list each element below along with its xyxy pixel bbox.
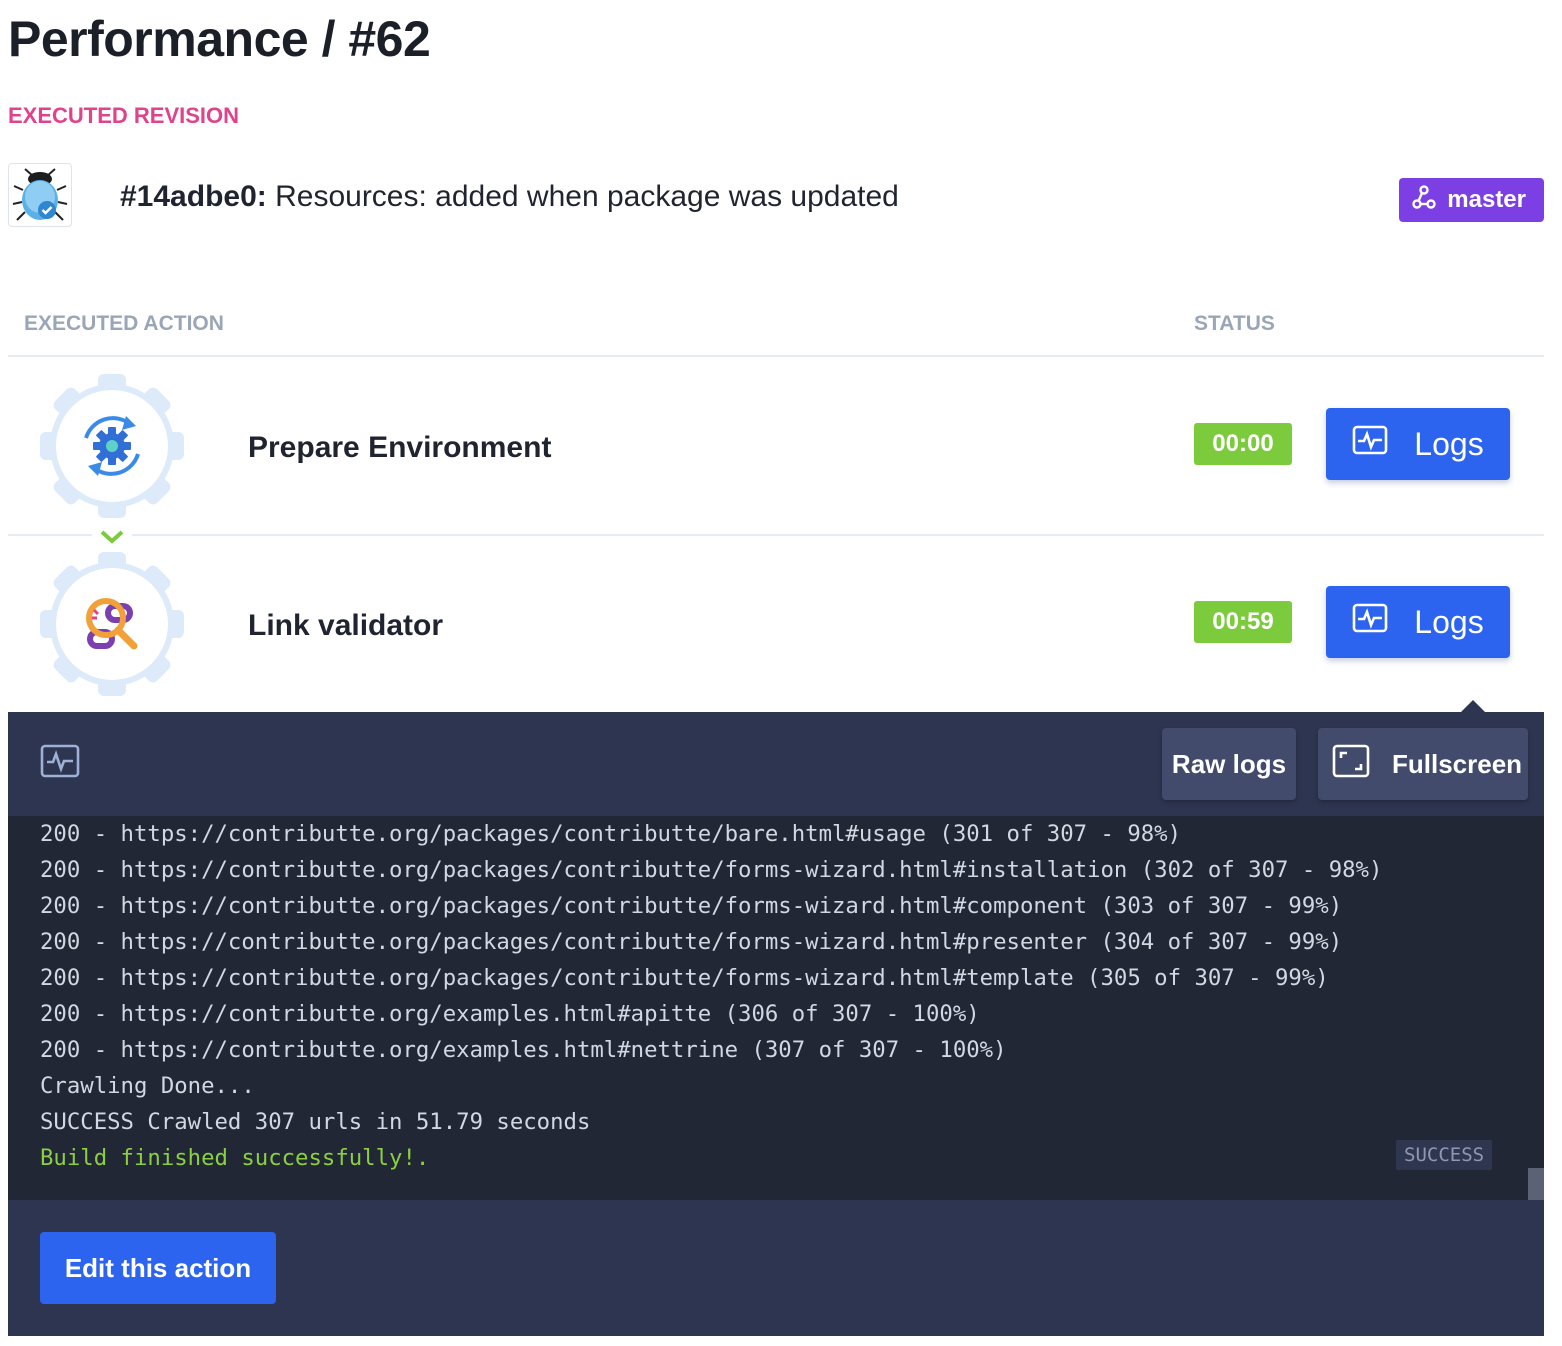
- log-line: 200 - https://contributte.org/packages/c…: [40, 857, 1383, 883]
- log-line: SUCCESS Crawled 307 urls in 51.79 second…: [40, 1109, 591, 1135]
- commit-message: #14adbe0: Resources: added when package …: [120, 179, 899, 215]
- raw-logs-button[interactable]: Raw logs: [1162, 728, 1296, 800]
- status-badge: SUCCESS: [1396, 1140, 1493, 1170]
- action-row-prepare-environment: Prepare Environment 00:00 Logs: [8, 358, 1544, 534]
- commit-hash[interactable]: #14adbe0:: [120, 180, 267, 213]
- gear-sync-icon: [38, 372, 186, 520]
- log-line: 200 - https://contributte.org/examples.h…: [40, 1037, 1007, 1063]
- log-lines: 200 - https://contributte.org/packages/c…: [40, 816, 1382, 1176]
- fullscreen-icon: [1332, 744, 1370, 785]
- edit-action-button[interactable]: Edit this action: [40, 1232, 276, 1304]
- fullscreen-label: Fullscreen: [1392, 748, 1523, 779]
- ladybug-avatar-icon: [8, 163, 72, 227]
- log-line: 200 - https://contributte.org/packages/c…: [40, 965, 1329, 991]
- fullscreen-button[interactable]: Fullscreen: [1318, 728, 1528, 800]
- link-search-icon: [38, 550, 186, 698]
- log-line: 200 - https://contributte.org/packages/c…: [40, 893, 1343, 919]
- page-title: Performance / #62: [8, 11, 431, 67]
- action-row-link-validator: Link validator 00:59 Logs: [8, 536, 1544, 712]
- table-divider: [8, 355, 1544, 357]
- log-panel: Raw logs Fullscreen 200 - https://contri…: [8, 712, 1544, 1336]
- activity-icon: [1352, 425, 1388, 463]
- action-name: Prepare Environment: [248, 431, 552, 464]
- commit-row: #14adbe0: Resources: added when package …: [8, 163, 1544, 229]
- log-line-success: Build finished successfully!.: [40, 1145, 430, 1171]
- commit-message-text: Resources: added when package was update…: [275, 180, 899, 213]
- logs-label: Logs: [1414, 425, 1484, 462]
- duration-badge: 00:00: [1194, 423, 1292, 465]
- log-line: Crawling Done...: [40, 1073, 255, 1099]
- logs-label: Logs: [1414, 603, 1484, 640]
- executed-revision-label: EXECUTED REVISION: [8, 103, 240, 128]
- scrollbar-thumb[interactable]: [1528, 1168, 1544, 1200]
- branch-label: master: [1447, 186, 1526, 213]
- action-name: Link validator: [248, 609, 444, 642]
- duration-badge: 00:59: [1194, 601, 1292, 643]
- log-line: 200 - https://contributte.org/packages/c…: [40, 821, 1182, 847]
- activity-icon: [1352, 603, 1388, 641]
- logs-button[interactable]: Logs: [1326, 586, 1510, 658]
- column-header-status: STATUS: [1194, 312, 1275, 335]
- log-line: 200 - https://contributte.org/packages/c…: [40, 929, 1343, 955]
- logs-button[interactable]: Logs: [1326, 408, 1510, 480]
- branch-icon: [1411, 184, 1437, 217]
- log-line: 200 - https://contributte.org/examples.h…: [40, 1001, 980, 1027]
- log-output[interactable]: 200 - https://contributte.org/packages/c…: [8, 816, 1544, 1200]
- activity-icon: [40, 744, 80, 778]
- branch-badge[interactable]: master: [1399, 178, 1544, 222]
- column-header-executed-action: EXECUTED ACTION: [24, 312, 224, 335]
